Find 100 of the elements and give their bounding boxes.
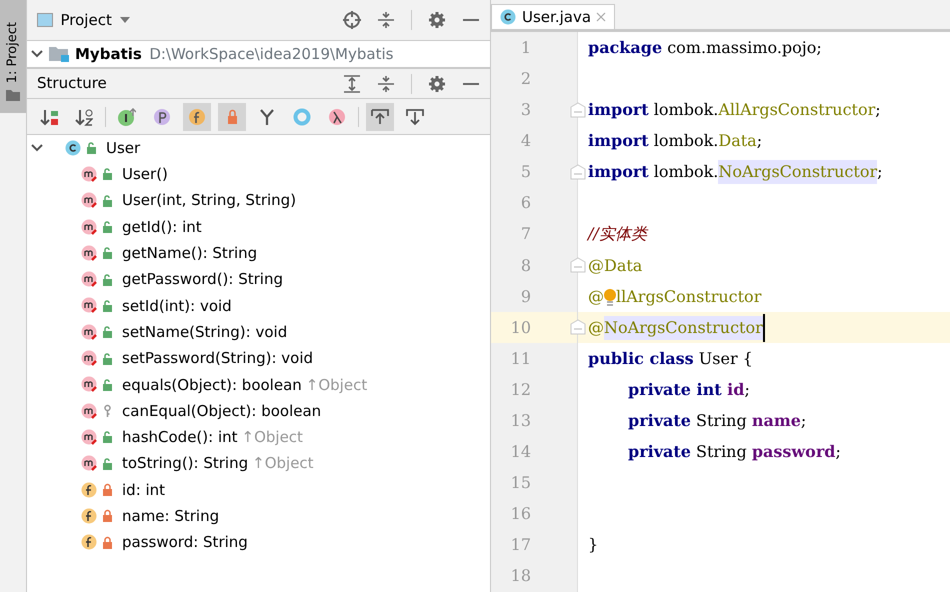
key-icon — [102, 404, 113, 418]
public-lock-icon — [102, 298, 113, 313]
project-name[interactable]: Mybatis — [75, 42, 142, 66]
module-folder-icon — [49, 46, 69, 62]
line-number: 8 — [520, 254, 531, 277]
line-number: 7 — [520, 223, 531, 246]
scroll-up-toggle[interactable] — [366, 102, 394, 130]
expand-all-icon[interactable] — [343, 74, 361, 92]
line-number: 5 — [520, 161, 531, 184]
structure-item[interactable]: setId(int): void — [122, 294, 232, 318]
class-icon — [65, 140, 82, 157]
line-number: 11 — [510, 348, 531, 370]
fold-marker-icon[interactable] — [570, 256, 586, 273]
structure-item[interactable]: hashCode(): int — [122, 426, 238, 449]
structure-item[interactable]: equals(Object): boolean — [122, 374, 302, 396]
fork-icon — [258, 108, 276, 126]
inherited-from: ↑Object — [306, 374, 368, 396]
project-tab[interactable]: 1: Project — [0, 0, 26, 113]
line-number: 15 — [510, 472, 531, 494]
public-lock-icon — [102, 378, 113, 392]
code-line: @ llArgsConstructor — [587, 286, 762, 308]
settings-icon[interactable] — [428, 11, 446, 29]
text-cursor — [762, 314, 765, 342]
crosshair-icon[interactable] — [343, 11, 361, 29]
structure-item[interactable]: User() — [122, 163, 168, 186]
lock-toggle[interactable] — [218, 102, 246, 130]
class-icon — [500, 8, 517, 26]
public-lock-icon — [102, 167, 113, 182]
line-number: 1 — [520, 36, 531, 59]
structure-item[interactable]: name: String — [122, 505, 220, 528]
panel-title[interactable]: Project — [60, 8, 112, 32]
structure-item[interactable]: setPassword(String): void — [122, 347, 314, 370]
structure-item[interactable]: canEqual(Object): boolean — [122, 400, 322, 422]
structure-item[interactable]: User — [106, 136, 140, 160]
fold-marker-icon[interactable] — [570, 102, 586, 118]
code-line: public class User { — [587, 348, 753, 370]
line-number: 2 — [520, 68, 531, 90]
sort-visibility-icon — [40, 108, 58, 126]
property-circle-icon — [153, 108, 171, 126]
method-icon — [81, 218, 98, 236]
collapse-icon[interactable] — [377, 74, 395, 92]
fold-marker-icon[interactable] — [570, 319, 586, 336]
public-lock-icon — [102, 246, 113, 260]
structure-item[interactable]: id: int — [122, 478, 166, 502]
public-lock-icon — [102, 430, 113, 444]
method-icon — [81, 350, 98, 368]
structure-item[interactable]: setName(String): void — [122, 320, 288, 344]
method-icon — [81, 244, 98, 262]
public-lock-icon — [86, 141, 97, 156]
field-icon — [81, 508, 98, 525]
lightbulb-icon — [604, 288, 616, 306]
line-number: 17 — [510, 534, 531, 556]
chevron-down-icon[interactable] — [31, 48, 43, 60]
structure-item[interactable]: getName(): String — [122, 242, 258, 265]
public-lock-icon — [102, 325, 113, 340]
file-tab[interactable]: User.java — [491, 4, 616, 30]
private-lock-icon — [102, 483, 113, 497]
private-lock-icon — [102, 509, 113, 524]
method-icon — [81, 324, 98, 341]
line-number: 3 — [520, 99, 531, 122]
field-circle-toggle[interactable] — [183, 102, 211, 130]
line-number: 18 — [510, 565, 531, 588]
collapse-icon[interactable] — [377, 11, 395, 29]
line-number: 16 — [510, 503, 531, 526]
structure-item[interactable]: password: String — [122, 531, 248, 554]
method-icon — [81, 455, 98, 472]
scroll-down-icon — [406, 108, 424, 126]
code-line: private int id; — [627, 378, 750, 401]
public-lock-icon — [102, 272, 113, 287]
inherited-from: ↑Object — [252, 453, 314, 474]
method-icon — [81, 192, 98, 210]
dropdown-caret-icon[interactable] — [119, 16, 132, 24]
inherited-circle-icon — [118, 108, 136, 126]
settings-icon[interactable] — [428, 74, 446, 92]
structure-item[interactable]: getId(): int — [122, 216, 202, 238]
ring-icon — [293, 108, 311, 126]
code-line: @Data — [587, 254, 642, 277]
inherited-from: ↑Object — [242, 427, 303, 448]
code-line: package com.massimo.pojo; — [587, 36, 822, 59]
panel-title: Structure — [37, 73, 107, 94]
project-path: D:\WorkSpace\idea2019\Mybatis — [149, 44, 394, 65]
private-lock-icon — [102, 536, 113, 550]
line-number: 6 — [520, 192, 531, 214]
scroll-up-icon — [371, 108, 389, 126]
line-number: 10 — [510, 316, 531, 339]
method-icon — [81, 376, 98, 394]
public-lock-icon — [102, 220, 113, 234]
structure-item[interactable]: getPassword(): String — [122, 268, 283, 291]
code-line: private String password; — [627, 441, 841, 464]
line-number: 14 — [510, 441, 531, 464]
method-icon — [81, 402, 98, 420]
method-icon — [81, 297, 98, 314]
code-line: import lombok.AllArgsConstructor; — [587, 99, 881, 122]
structure-item[interactable]: toString(): String — [122, 452, 248, 475]
fold-marker-icon[interactable] — [570, 164, 586, 180]
public-lock-icon — [102, 352, 113, 366]
code-line: //实体类 — [586, 223, 647, 246]
code-line: } — [587, 534, 598, 556]
structure-item[interactable]: User(int, String, String) — [122, 189, 296, 212]
lambda-circle-icon — [328, 108, 346, 126]
